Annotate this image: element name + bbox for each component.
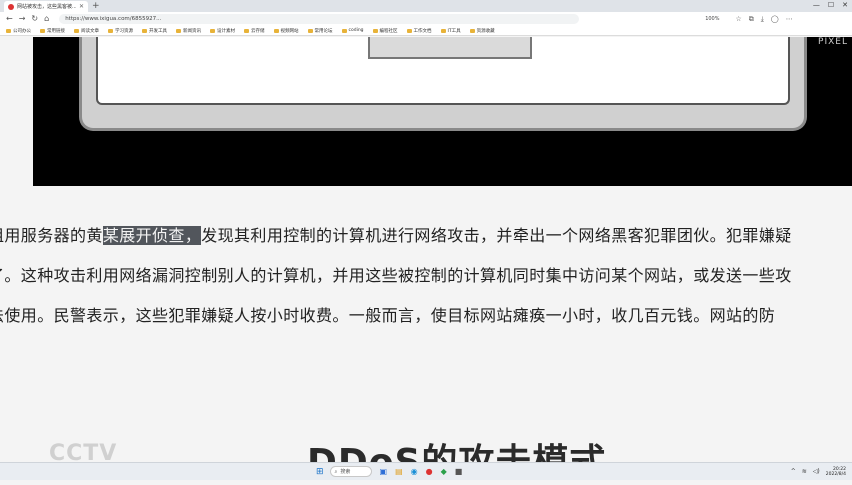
folder-icon [40, 28, 45, 33]
bookmark-label: 设计素材 [217, 28, 235, 34]
home-icon[interactable]: ⌂ [44, 15, 49, 23]
bookmark-item[interactable]: 常用论坛 [307, 28, 333, 34]
bookmark-item[interactable]: 学习资源 [108, 28, 133, 34]
bookmark-label: 常用链接 [47, 28, 65, 34]
folder-icon [176, 28, 181, 33]
new-tab-button[interactable]: + [92, 1, 100, 12]
bookmark-label: coding [348, 28, 364, 33]
selected-text[interactable]: 某展开侦查， [102, 226, 202, 245]
wifi-icon[interactable]: ≋ [802, 468, 807, 475]
profile-icon[interactable]: ◯ [771, 15, 779, 24]
clock[interactable]: 20:22 2022/8/4 [826, 467, 846, 477]
folder-icon [341, 28, 347, 33]
bookmark-label: 新闻资讯 [183, 28, 201, 34]
video-watermark: PIXEL [818, 37, 848, 47]
folder-icon [142, 28, 147, 33]
site-favicon-icon [8, 3, 14, 10]
edge-browser-icon[interactable]: ◉ [411, 467, 418, 476]
folder-icon [108, 28, 113, 33]
bookmark-item[interactable]: 设计素材 [210, 28, 235, 34]
taskbar-search[interactable]: ⌕ 搜索 [329, 466, 372, 477]
toolbar-icons: ☆ ⧉ ⤓ ◯ ⋯ [735, 15, 792, 24]
minimize-icon[interactable]: — [813, 1, 820, 9]
bookmark-label: 工作文档 [413, 28, 432, 34]
volume-icon[interactable]: ◁) [813, 468, 820, 475]
url-field[interactable]: https://www.ixigua.com/6855927... [59, 14, 580, 24]
close-window-icon[interactable]: ✕ [842, 1, 848, 9]
article-line-3: 法使用。民警表示，这些犯罪嫌疑人按小时收费。一般而言，使目标网站瘫痪一小时，收几… [0, 306, 776, 325]
folder-icon [74, 28, 79, 33]
article-line-1: 租用服务器的黄某展开侦查，发现其利用控制的计算机进行网络攻击，并牵出一个网络黑客… [0, 226, 792, 245]
bookmark-item[interactable]: 阅读文章 [74, 28, 99, 34]
bookmark-label: 公司办公 [13, 28, 31, 34]
monitor-window [368, 37, 532, 59]
maximize-icon[interactable]: ☐ [828, 1, 834, 9]
bookmark-label: 视频网站 [280, 28, 299, 34]
monitor-illustration [79, 37, 807, 131]
bookmark-label: 开发工具 [149, 28, 167, 34]
bookmark-item[interactable]: 开发工具 [142, 28, 167, 34]
folder-icon [440, 28, 446, 33]
bookmark-item[interactable]: 新闻资讯 [176, 28, 201, 34]
folder-icon [307, 28, 313, 33]
start-menu-icon[interactable]: ⊞ [316, 467, 324, 477]
search-label: 搜索 [340, 469, 351, 475]
extensions-icon[interactable]: ⧉ [749, 15, 754, 24]
system-tray: ^ ≋ ◁) 20:22 2022/8/4 [791, 467, 846, 477]
bookmark-label: 常用论坛 [314, 28, 333, 34]
search-icon: ⌕ [334, 468, 338, 475]
bookmark-item[interactable]: 资源收藏 [469, 28, 495, 34]
browser-tab-active[interactable]: 网站被攻击，这些黑客被... ✕ [4, 1, 88, 12]
bookmark-label: 编程社区 [379, 28, 398, 34]
bookmark-label: 云存储 [251, 28, 265, 34]
folder-icon [469, 28, 475, 33]
bookmark-item[interactable]: 编程社区 [372, 28, 398, 34]
bookmark-item[interactable]: 常用链接 [40, 28, 65, 34]
close-tab-icon[interactable]: ✕ [79, 3, 84, 10]
bookmark-label: 资源收藏 [476, 28, 495, 34]
bookmark-label: 学习资源 [115, 28, 133, 34]
bookmark-item[interactable]: coding [341, 28, 364, 33]
chevron-up-icon[interactable]: ^ [791, 468, 796, 475]
clock-date: 2022/8/4 [825, 471, 846, 477]
folder-icon [273, 28, 279, 33]
address-toolbar: ← → ↻ ⌂ https://www.ixigua.com/6855927..… [0, 12, 852, 26]
app-icon[interactable]: ● [426, 467, 433, 476]
zoom-level[interactable]: 100% [705, 16, 719, 22]
window-controls: — ☐ ✕ [813, 1, 848, 9]
bookmark-item[interactable]: IT工具 [440, 28, 461, 34]
task-view-icon[interactable]: ▣ [380, 467, 388, 476]
forward-icon[interactable]: → [19, 15, 26, 23]
folder-icon [6, 28, 11, 33]
back-icon[interactable]: ← [6, 15, 13, 23]
browser-tab-bar: 网站被攻击，这些黑客被... ✕ + — ☐ ✕ [0, 0, 852, 12]
pinned-apps: ▣ ▤ ◉ ● ◆ ■ [380, 467, 463, 476]
app-icon-2[interactable]: ■ [455, 467, 463, 476]
folder-icon [244, 28, 249, 33]
bookmark-item[interactable]: 视频网站 [273, 28, 299, 34]
bookmark-item[interactable]: 公司办公 [6, 28, 31, 34]
bookmark-label: IT工具 [447, 28, 461, 34]
video-player[interactable]: PIXEL [33, 37, 852, 186]
taskbar: ⊞ ⌕ 搜索 ▣ ▤ ◉ ● ◆ ■ ^ ≋ ◁) 20:22 2022/8/4 [0, 462, 852, 480]
menu-icon[interactable]: ⋯ [786, 15, 793, 24]
file-explorer-icon[interactable]: ▤ [395, 467, 403, 476]
folder-icon [406, 28, 412, 33]
favorite-star-icon[interactable]: ☆ [735, 15, 741, 24]
tab-title: 网站被攻击，这些黑客被... [17, 4, 76, 10]
download-icon[interactable]: ⤓ [761, 15, 764, 24]
folder-icon [210, 28, 215, 33]
folder-icon [372, 28, 378, 33]
bookmarks-bar: 公司办公 常用链接 阅读文章 学习资源 开发工具 新闻资讯 设计素材 云存储 视频网站 常用论坛 c… [0, 26, 852, 36]
monitor-screen [96, 37, 790, 105]
news-article: 租用服务器的黄某展开侦查，发现其利用控制的计算机进行网络攻击，并牵出一个网络黑客… [0, 226, 852, 346]
article-line-2: 了。这种攻击利用网络漏洞控制别人的计算机，并用这些被控制的计算机同时集中访问某个… [0, 266, 792, 285]
bookmark-item[interactable]: 工作文档 [406, 28, 432, 34]
bookmark-label: 阅读文章 [81, 28, 99, 34]
chat-app-icon[interactable]: ◆ [441, 467, 447, 476]
bookmark-item[interactable]: 云存储 [244, 28, 265, 34]
reload-icon[interactable]: ↻ [31, 15, 38, 23]
